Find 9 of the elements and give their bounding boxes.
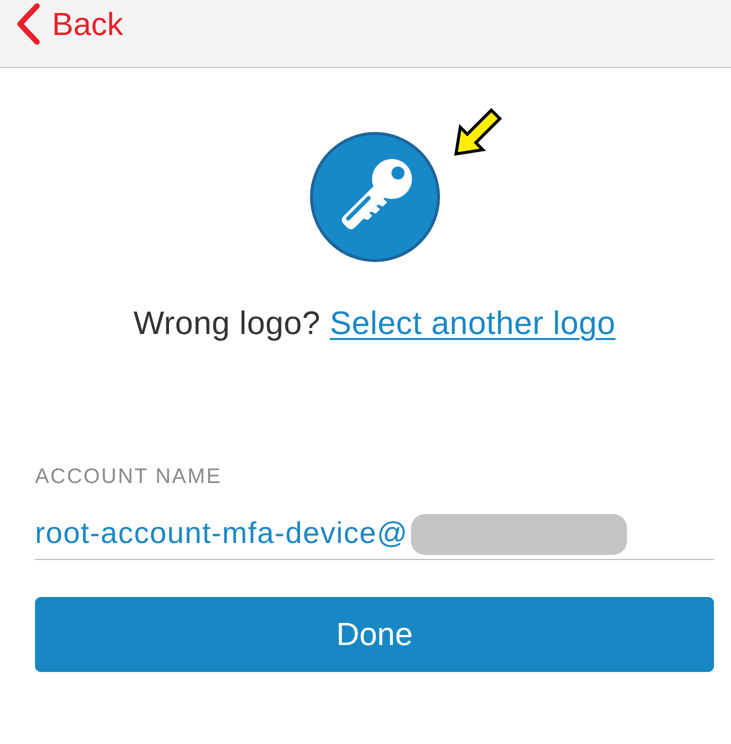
- done-button[interactable]: Done: [35, 597, 714, 672]
- select-logo-link[interactable]: Select another logo: [330, 305, 616, 341]
- account-name-label: ACCOUNT NAME: [35, 465, 222, 489]
- account-name-field[interactable]: root-account-mfa-device@: [35, 509, 714, 560]
- back-button[interactable]: Back: [0, 0, 130, 44]
- chevron-icon: [16, 2, 42, 44]
- arrow-icon: [452, 108, 504, 158]
- logo-prompt: Wrong logo? Select another logo: [132, 304, 617, 342]
- key-icon: [308, 131, 440, 263]
